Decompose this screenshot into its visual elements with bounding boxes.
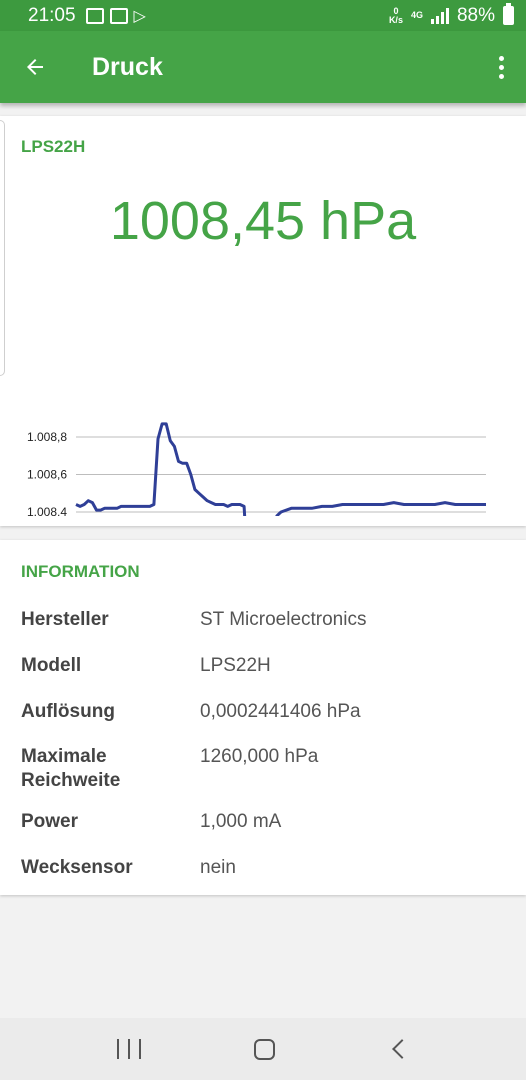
more-vert-icon bbox=[498, 55, 504, 61]
app-bar: Druck bbox=[0, 31, 526, 103]
info-row: Modell LPS22H bbox=[21, 654, 511, 678]
network-speed-unit: K/s bbox=[388, 14, 403, 25]
network-type: 4G bbox=[410, 10, 423, 20]
info-key: Modell bbox=[21, 655, 82, 676]
info-row: Wecksensor nein bbox=[21, 856, 511, 880]
status-bar: 21:05 ▷ 0 K/s 4G 88% bbox=[0, 0, 526, 31]
info-row: Auflösung 0,0002441406 hPa bbox=[21, 700, 511, 724]
info-value: 0,0002441406 hPa bbox=[200, 701, 361, 722]
home-button[interactable] bbox=[254, 1038, 276, 1060]
info-key: Auflösung bbox=[21, 701, 115, 722]
sensor-value: 1008,45 hPa bbox=[109, 191, 417, 251]
information-card: INFORMATION Hersteller ST Microelectronic… bbox=[0, 540, 526, 895]
info-row: Maximale Reichweite 1260,000 hPa bbox=[21, 745, 511, 793]
info-value: 1260,000 hPa bbox=[200, 746, 319, 767]
back-button[interactable] bbox=[0, 31, 70, 103]
signal-icon bbox=[430, 7, 449, 24]
y-tick-label: 1.008,6 bbox=[27, 468, 67, 482]
system-nav-bar bbox=[0, 1018, 526, 1080]
info-key: Maximale Reichweite bbox=[21, 746, 121, 791]
recent-apps-icon bbox=[116, 1039, 119, 1059]
play-notification-icon: ▷ bbox=[133, 7, 146, 25]
info-value: nein bbox=[200, 857, 236, 878]
battery-icon bbox=[503, 3, 514, 25]
arrow-left-icon bbox=[27, 59, 43, 75]
battery-level: 88% bbox=[456, 4, 495, 26]
info-row: Hersteller ST Microelectronics bbox=[21, 608, 511, 632]
recent-apps-button[interactable] bbox=[116, 1039, 141, 1059]
info-key: Wecksensor bbox=[21, 857, 133, 878]
gallery-notification-icon bbox=[85, 7, 104, 24]
data-notification-icon bbox=[109, 7, 128, 24]
side-edge-tab[interactable] bbox=[0, 120, 5, 376]
info-row: Power 1,000 mA bbox=[21, 810, 511, 834]
y-tick-label: 1.008,8 bbox=[27, 430, 67, 444]
info-value: LPS22H bbox=[200, 655, 271, 676]
info-key: Hersteller bbox=[21, 609, 109, 630]
page-title: Druck bbox=[92, 52, 163, 81]
network-speed: 0 K/s bbox=[388, 6, 403, 25]
pressure-series-line bbox=[75, 422, 486, 516]
info-value: 1,000 mA bbox=[200, 811, 282, 832]
info-value: ST Microelectronics bbox=[200, 609, 367, 630]
pressure-chart: 1.008,01.008,21.008,41.008,61.008,8 bbox=[27, 422, 486, 516]
status-time: 21:05 bbox=[28, 4, 76, 26]
y-tick-label: 1.008,4 bbox=[27, 505, 67, 516]
nav-back-button[interactable] bbox=[392, 1039, 413, 1059]
sensor-card: LPS22H 1008,45 hPa 1.008,01.008,21.008,4… bbox=[0, 116, 526, 526]
info-key: Power bbox=[21, 811, 79, 832]
more-options-button[interactable] bbox=[476, 31, 526, 103]
sensor-name: LPS22H bbox=[21, 137, 86, 156]
information-title: INFORMATION bbox=[21, 562, 140, 581]
